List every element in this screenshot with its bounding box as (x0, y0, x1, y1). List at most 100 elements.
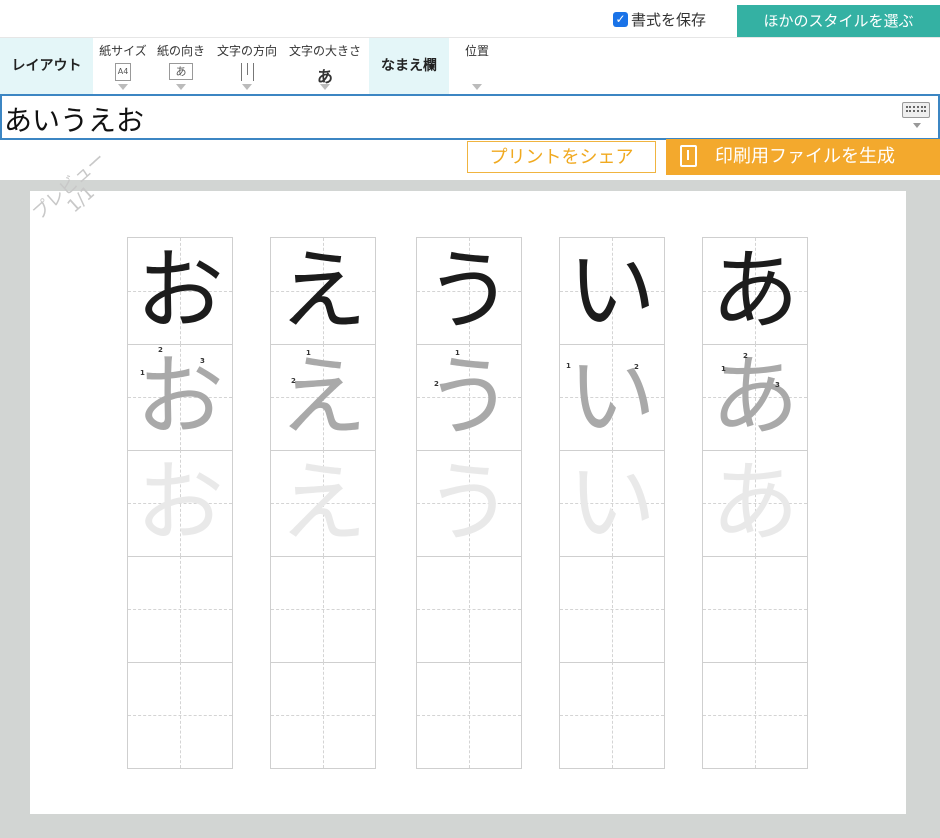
model-character: え (278, 239, 367, 342)
toolbar: レイアウト 紙サイズ A4 紙の向き あ 文字の方向 文字の大きさ あ なまえ欄… (0, 37, 940, 95)
practice-cell (703, 662, 807, 768)
practice-cell (417, 662, 521, 768)
practice-cell: う (417, 450, 521, 557)
stroke-order-number: 1 (140, 369, 145, 377)
chevron-down-icon (118, 84, 128, 90)
stroke-order-number: 2 (434, 380, 439, 388)
practice-text-value: あいうえお (4, 104, 145, 137)
practice-cell: い (560, 344, 664, 451)
orientation-select[interactable]: 紙の向き あ (153, 42, 209, 90)
model-character: う (424, 239, 513, 342)
trace-character: え (278, 345, 367, 448)
practice-cell: う (417, 344, 521, 451)
guide-line (703, 715, 807, 716)
orientation-icon: あ (169, 63, 193, 80)
practice-cell (128, 662, 232, 768)
stroke-order-number: 3 (200, 357, 205, 365)
practice-cell: あ (703, 344, 807, 451)
trace-character: う (424, 345, 513, 448)
practice-cell: え (271, 238, 375, 345)
faint-character: あ (710, 451, 799, 554)
practice-column: えええ (270, 237, 376, 769)
trace-character: い (567, 345, 656, 448)
name-field-tab[interactable]: なまえ欄 (369, 38, 449, 95)
top-bar: ✓ 書式を保存 ほかのスタイルを選ぶ (0, 0, 940, 37)
paper-size-label: 紙サイズ (99, 44, 147, 58)
faint-character: い (567, 451, 656, 554)
chevron-down-icon (176, 84, 186, 90)
practice-column: ううう (416, 237, 522, 769)
practice-cell (703, 556, 807, 663)
keyboard-icon[interactable] (902, 102, 930, 128)
practice-cell: お (128, 238, 232, 345)
stroke-order-number: 2 (291, 377, 296, 385)
practice-cell (417, 556, 521, 663)
guide-line (417, 609, 521, 610)
position-select[interactable]: 位置 (455, 42, 499, 90)
generate-label: 印刷用ファイルを生成 (715, 146, 895, 167)
stroke-order-number: 1 (306, 349, 311, 357)
practice-cell (271, 662, 375, 768)
practice-cell (128, 556, 232, 663)
faint-character: え (278, 451, 367, 554)
layout-tab[interactable]: レイアウト (0, 38, 93, 95)
stroke-order-number: 3 (775, 381, 780, 389)
practice-cell: い (560, 450, 664, 557)
model-character: あ (710, 239, 799, 342)
guide-line (128, 609, 232, 610)
practice-column: あああ (702, 237, 808, 769)
position-label: 位置 (464, 44, 489, 58)
guide-line (560, 609, 664, 610)
text-size-icon: あ (316, 67, 333, 86)
practice-cell (560, 556, 664, 663)
model-character: お (135, 239, 224, 342)
chevron-down-icon (242, 84, 252, 90)
trace-character: お (135, 345, 224, 448)
faint-character: お (135, 451, 224, 554)
practice-column: いいい (559, 237, 665, 769)
guide-line (417, 715, 521, 716)
guide-line (271, 609, 375, 610)
practice-cell: い (560, 238, 664, 345)
stroke-order-number: 1 (566, 362, 571, 370)
choose-style-button[interactable]: ほかのスタイルを選ぶ (737, 5, 940, 37)
guide-line (128, 715, 232, 716)
checkbox-checked-icon[interactable]: ✓ (613, 12, 628, 27)
orientation-label: 紙の向き (156, 44, 205, 58)
practice-cell: え (271, 344, 375, 451)
paper-size-select[interactable]: 紙サイズ A4 (95, 42, 151, 90)
practice-cell: あ (703, 238, 807, 345)
practice-column: おおお (127, 237, 233, 769)
generate-print-file-button[interactable]: 印刷用ファイルを生成 (666, 139, 940, 175)
paper-size-icon: A4 (115, 63, 131, 81)
guide-line (703, 609, 807, 610)
practice-cell (271, 556, 375, 663)
guide-line (560, 715, 664, 716)
faint-character: う (424, 451, 513, 554)
save-format-checkbox[interactable]: ✓ 書式を保存 (613, 9, 706, 30)
stroke-order-number: 2 (158, 346, 163, 354)
practice-cell: う (417, 238, 521, 345)
trace-character: あ (710, 345, 799, 448)
stroke-order-number: 2 (634, 363, 639, 371)
model-character: い (567, 239, 656, 342)
text-size-label: 文字の大きさ (288, 44, 361, 58)
stroke-order-number: 1 (455, 349, 460, 357)
file-download-icon (680, 145, 697, 167)
text-direction-select[interactable]: 文字の方向 (212, 42, 282, 90)
practice-cell: お (128, 344, 232, 451)
save-format-label: 書式を保存 (631, 11, 707, 29)
text-direction-label: 文字の方向 (216, 44, 277, 58)
stroke-order-number: 2 (743, 352, 748, 360)
practice-cell: え (271, 450, 375, 557)
practice-cell: お (128, 450, 232, 557)
practice-text-input[interactable]: あいうえお (0, 94, 940, 140)
practice-cell: あ (703, 450, 807, 557)
text-size-select[interactable]: 文字の大きさ あ (284, 42, 366, 90)
practice-cell (560, 662, 664, 768)
chevron-down-icon (472, 84, 482, 90)
stroke-order-number: 1 (721, 365, 726, 373)
share-print-button[interactable]: プリントをシェア (467, 141, 656, 173)
vertical-text-icon (238, 63, 256, 81)
guide-line (271, 715, 375, 716)
